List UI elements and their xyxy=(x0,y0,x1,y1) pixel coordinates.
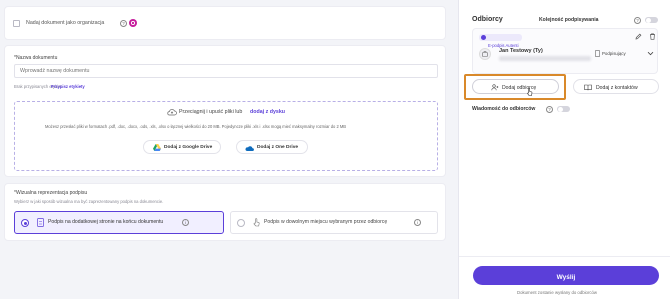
upload-dropzone[interactable]: Przeciągnij i upuść pliki lub dodaj z dy… xyxy=(14,101,438,171)
assign-labels-link[interactable]: Przypisz etykiety xyxy=(51,84,85,89)
add-from-disk-link[interactable]: dodaj z dysku xyxy=(250,109,285,115)
info-icon: ? xyxy=(546,105,553,113)
message-label: Wiadomość do odbiorców xyxy=(472,106,536,112)
edit-icon[interactable] xyxy=(635,33,642,40)
info-icon: i xyxy=(414,218,421,226)
signing-order-toggle[interactable] xyxy=(645,17,658,23)
delete-icon[interactable] xyxy=(649,33,656,40)
info-icon: ? xyxy=(120,19,127,27)
document-icon xyxy=(595,50,600,57)
add-recipient-button[interactable]: Dodaj odbiorcę xyxy=(472,79,559,96)
google-drive-icon xyxy=(153,144,161,151)
hand-pointer-icon xyxy=(253,218,260,227)
visual-subtitle: Wybierz w jaki sposób wizualna ma być za… xyxy=(14,199,164,204)
radio-selected[interactable] xyxy=(21,219,29,227)
mouse-cursor-icon xyxy=(527,88,533,96)
one-drive-icon xyxy=(245,145,254,151)
one-drive-button[interactable]: Dodaj z One Drive xyxy=(236,140,308,154)
pen-icon xyxy=(481,35,486,40)
add-from-contacts-label: Dodaj z kontaktów xyxy=(596,84,638,91)
option1-label: Podpis na dodatkowej stronie na końcu do… xyxy=(48,219,164,225)
role-label: Podpisujący xyxy=(602,50,626,56)
send-note: Dokument zostanie wysłany do odbiorców xyxy=(517,290,598,295)
upload-info-text: Możesz przesłać pliki w formatach .pdf, … xyxy=(45,124,346,129)
recipient-name: Jan Testowy (Ty) xyxy=(499,48,543,54)
document-icon xyxy=(37,218,44,227)
org-badge-icon xyxy=(129,19,137,27)
doc-name-label: *Nazwa dokumentu xyxy=(14,55,58,61)
recipient-email-redacted xyxy=(499,56,591,61)
doc-name-input[interactable] xyxy=(14,64,438,78)
panel-footer-divider xyxy=(459,256,670,257)
drag-drop-text: Przeciągnij i upuść pliki lub xyxy=(179,109,243,115)
visual-title: *Wizualna reprezentacja podpisu xyxy=(14,190,88,196)
document-card: *Nazwa dokumentu Brak przypisanych etyki… xyxy=(4,45,446,177)
org-card: Nadaj dokument jako organizacja ? xyxy=(4,6,446,40)
org-checkbox-label: Nadaj dokument jako organizacja xyxy=(26,20,105,26)
option2-label: Podpis w dowolnym miejscu wybranym przez… xyxy=(264,219,388,225)
google-drive-label: Dodaj z Google Drive xyxy=(164,145,213,150)
cloud-upload-icon xyxy=(167,108,177,116)
signing-order-label: Kolejność podpisywania xyxy=(539,17,599,23)
message-toggle[interactable] xyxy=(557,106,570,112)
send-button[interactable]: Wyślij xyxy=(473,266,659,285)
add-user-icon xyxy=(491,84,499,91)
signature-option-extra-page[interactable]: Podpis na dodatkowej stronie na końcu do… xyxy=(14,211,224,234)
info-icon: ? xyxy=(634,16,641,24)
send-button-label: Wyślij xyxy=(556,274,576,281)
contacts-book-icon xyxy=(584,84,592,91)
recipient-avatar xyxy=(479,48,491,60)
recipients-panel: Odbiorcy Kolejność podpisywania ? E-podp… xyxy=(458,0,670,299)
visual-representation-card: *Wizualna reprezentacja podpisu Wybierz … xyxy=(4,183,446,241)
one-drive-label: Dodaj z One Drive xyxy=(257,145,299,150)
signature-option-any-place[interactable]: Podpis w dowolnym miejscu wybranym przez… xyxy=(230,211,438,234)
google-drive-button[interactable]: Dodaj z Google Drive xyxy=(143,140,221,154)
chevron-down-icon[interactable] xyxy=(647,51,654,56)
recipient-card: E-podpis Autenti Jan Testowy (Ty) Podpis… xyxy=(472,28,658,74)
radio-unselected[interactable] xyxy=(237,219,245,227)
info-icon: i xyxy=(182,218,189,226)
add-from-contacts-button[interactable]: Dodaj z kontaktów xyxy=(573,79,659,94)
recipients-title: Odbiorcy xyxy=(472,16,503,23)
org-checkbox[interactable] xyxy=(13,20,20,27)
signature-type-badge: E-podpis Autenti xyxy=(479,34,522,48)
